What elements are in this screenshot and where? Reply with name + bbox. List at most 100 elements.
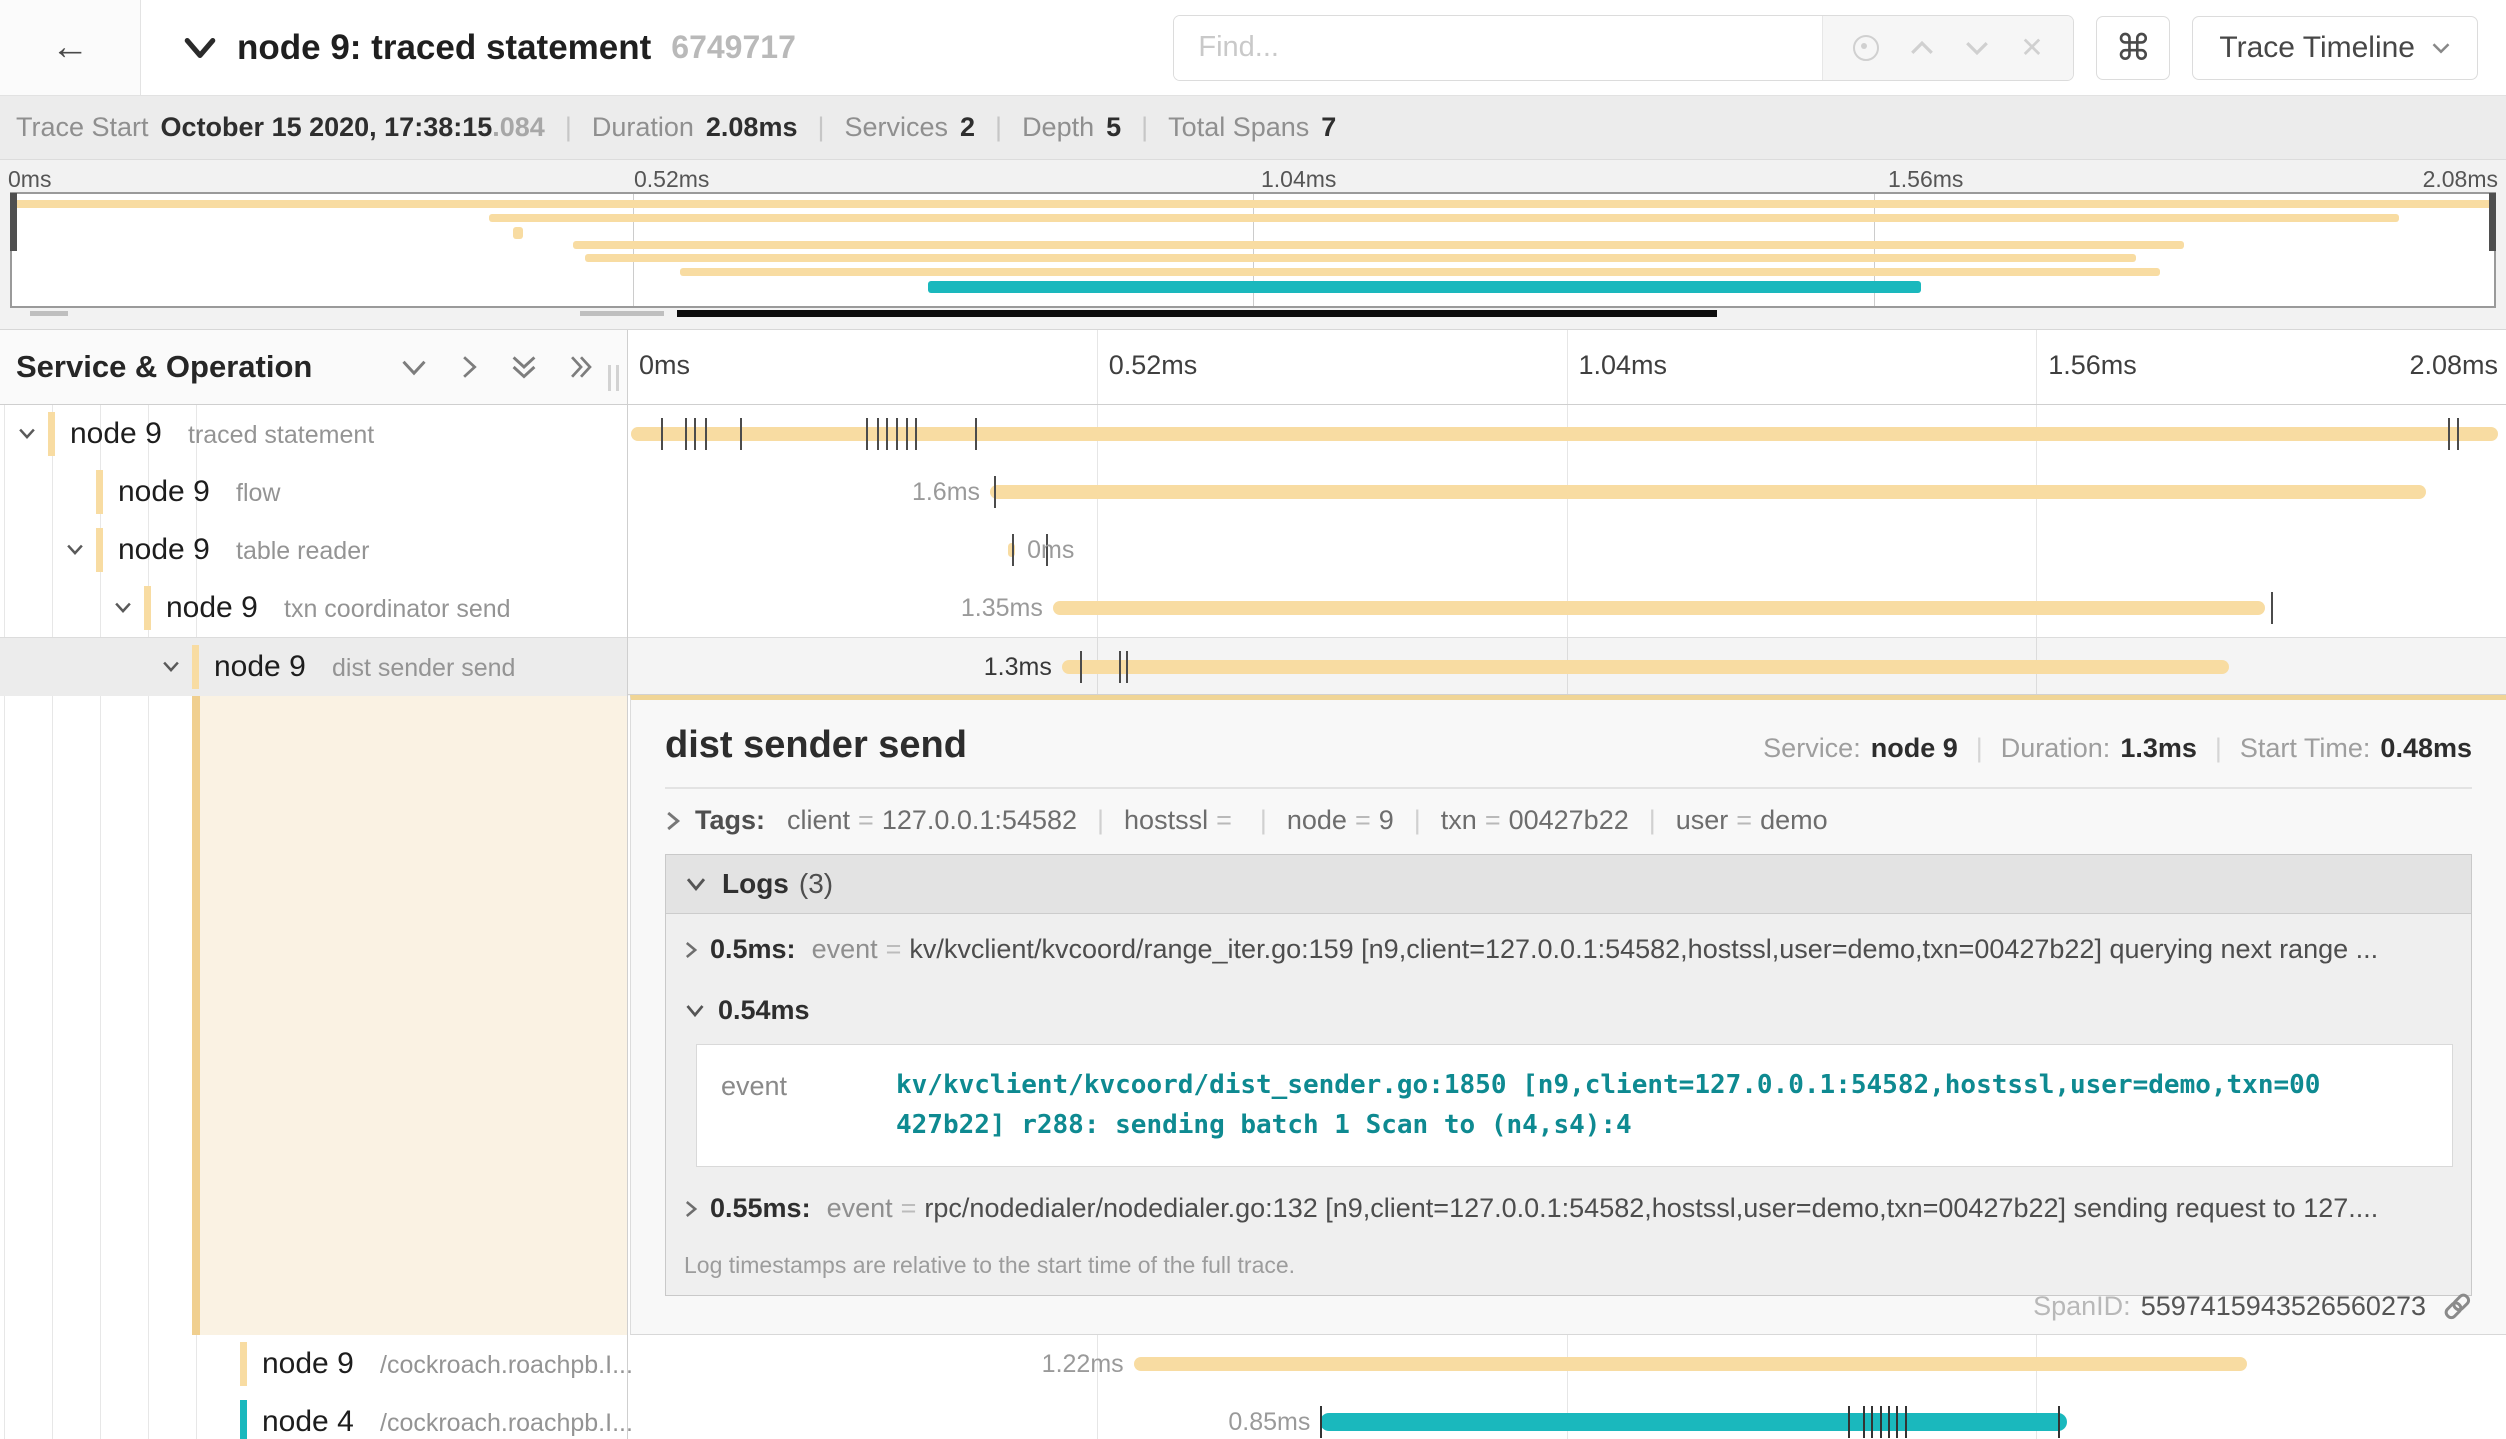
minimap-right-handle[interactable] [2489, 193, 2496, 251]
span-row[interactable]: node 9 flow 1.6ms [0, 463, 2506, 521]
depth-value: 5 [1106, 112, 1121, 143]
span-name-cell[interactable]: node 9 flow [0, 463, 627, 521]
chevron-down-icon[interactable] [112, 596, 134, 618]
span-timeline-cell[interactable]: 1.22ms [627, 1335, 2506, 1393]
log-marker-tick [877, 418, 879, 450]
span-bar[interactable] [1053, 601, 2265, 615]
minimap-scrollbar[interactable] [677, 310, 1717, 317]
span-detail-card: dist sender send Service:node 9 | Durati… [630, 695, 2506, 1335]
span-timeline-cell[interactable]: 1.6ms [627, 463, 2506, 521]
minimap-span [12, 200, 2494, 208]
log-time: 0.5ms: [710, 934, 796, 965]
column-resize-divider[interactable] [627, 330, 628, 1439]
service-color-chip [240, 1342, 247, 1386]
log-marker-tick [2457, 418, 2459, 450]
log-marker-tick [1848, 1406, 1850, 1438]
span-timeline-cell[interactable]: 1.35ms [627, 579, 2506, 637]
span-duration-label: 1.6ms [912, 463, 980, 521]
minimap-canvas[interactable] [10, 192, 2496, 308]
trace-summary-bar: Trace Start October 15 2020, 17:38:15 .0… [0, 96, 2506, 160]
span-timeline-cell[interactable]: 0.85ms [627, 1393, 2506, 1439]
span-name-cell[interactable]: node 9txn coordinator send [0, 579, 627, 637]
span-row[interactable]: node 9table reader0ms [0, 521, 2506, 579]
tree-controls [400, 354, 594, 380]
expand-all-icon[interactable] [568, 354, 594, 380]
separator: | [817, 112, 824, 143]
service-name: node 9 [214, 638, 306, 696]
next-match-icon[interactable] [1964, 39, 1990, 57]
minimap-span [489, 214, 2398, 222]
span-timeline-cell[interactable]: 0ms [627, 521, 2506, 579]
log-field-key: event [721, 1065, 896, 1146]
drag-handle-icon[interactable] [608, 365, 619, 391]
expand-one-icon[interactable] [458, 354, 480, 380]
tags-row[interactable]: Tags: client=127.0.0.1:54582|hostssl=|no… [631, 789, 2506, 846]
span-duration-label: 1.35ms [961, 579, 1043, 637]
minimap-left-handle[interactable] [10, 193, 17, 251]
span-name-cell[interactable]: node 9/cockroach.roachpb.I... [0, 1335, 627, 1393]
service-value: node 9 [1871, 733, 1958, 764]
span-bar[interactable] [1320, 1413, 2067, 1431]
locate-icon[interactable] [1853, 35, 1879, 61]
span-row[interactable]: node 9traced statement [0, 405, 2506, 463]
minimap-tick: 0.52ms [634, 166, 709, 193]
chevron-down-icon [684, 876, 708, 892]
log-field-key: event [812, 934, 878, 965]
tag-item: client=127.0.0.1:54582 [787, 805, 1077, 835]
keyboard-shortcut-button[interactable]: ⌘ [2096, 16, 2170, 80]
view-mode-dropdown[interactable]: Trace Timeline [2192, 16, 2478, 80]
dropdown-caret-icon [2431, 41, 2451, 55]
start-time-label: Start Time: [2240, 733, 2371, 764]
span-name-cell[interactable]: node 9table reader [0, 521, 627, 579]
span-name-cell[interactable]: node 4/cockroach.roachpb.I... [0, 1393, 627, 1439]
collapse-all-icon[interactable] [510, 354, 538, 380]
span-name-cell[interactable]: node 9traced statement [0, 405, 627, 463]
span-row[interactable]: node 9/cockroach.roachpb.I...1.22ms [0, 1335, 2506, 1393]
find-input[interactable] [1174, 16, 1822, 80]
clear-icon[interactable]: ✕ [2020, 31, 2043, 64]
selected-span-accent-stripe [192, 696, 200, 1335]
log-entry-header[interactable]: 0.54ms [666, 979, 2471, 1032]
log-marker-tick [1012, 534, 1014, 566]
chevron-down-icon[interactable] [16, 422, 38, 444]
log-entry-collapsed[interactable]: 0.55ms: event = rpc/nodedialer/nodediale… [666, 1173, 2471, 1238]
span-row[interactable]: node 9dist sender send1.3ms [0, 637, 2506, 695]
log-field-key: event [827, 1193, 893, 1224]
operation-name: table reader [236, 521, 369, 579]
span-row[interactable]: node 9txn coordinator send 1.35ms [0, 579, 2506, 637]
trace-minimap[interactable]: 0ms 0.52ms 1.04ms 1.56ms 2.08ms [0, 160, 2506, 330]
logs-footnote: Log timestamps are relative to the start… [666, 1238, 2471, 1295]
operation-name: flow [236, 463, 280, 521]
span-timeline-cell[interactable] [627, 405, 2506, 463]
span-name-cell[interactable]: node 9dist sender send [0, 638, 627, 696]
chevron-down-icon[interactable] [64, 538, 86, 560]
log-entry-collapsed[interactable]: 0.5ms: event = kv/kvclient/kvcoord/range… [666, 914, 2471, 979]
log-marker-tick [2058, 1406, 2060, 1438]
span-bar[interactable] [1134, 1357, 2247, 1371]
trace-start-label: Trace Start [16, 112, 149, 143]
back-button[interactable]: ← [0, 0, 141, 95]
span-bar[interactable] [990, 485, 2426, 499]
link-icon[interactable] [2436, 1284, 2478, 1326]
span-timeline-cell[interactable]: 1.3ms [627, 638, 2506, 696]
tag-value: 127.0.0.1:54582 [882, 805, 1077, 835]
chevron-down-icon[interactable] [160, 655, 182, 677]
separator: | [1260, 805, 1267, 835]
collapse-one-icon[interactable] [400, 356, 428, 378]
prev-match-icon[interactable] [1909, 39, 1935, 57]
tag-value: 9 [1379, 805, 1394, 835]
collapse-chevron-icon[interactable] [183, 35, 217, 61]
logs-header[interactable]: Logs (3) [666, 855, 2471, 914]
span-detail-stats: Service:node 9 | Duration:1.3ms | Start … [1763, 733, 2472, 764]
log-marker-tick [915, 418, 917, 450]
service-color-chip [144, 586, 151, 630]
log-marker-tick [740, 418, 742, 450]
service-name: node 9 [70, 405, 162, 463]
span-bar[interactable] [631, 427, 2498, 441]
service-color-chip [48, 412, 55, 456]
log-time: 0.55ms: [710, 1193, 811, 1224]
span-bar[interactable] [1062, 660, 2229, 674]
span-row[interactable]: node 4/cockroach.roachpb.I...0.85ms [0, 1393, 2506, 1439]
service-name: node 9 [118, 463, 210, 521]
timeline-tick-label: 1.56ms [2048, 350, 2137, 381]
